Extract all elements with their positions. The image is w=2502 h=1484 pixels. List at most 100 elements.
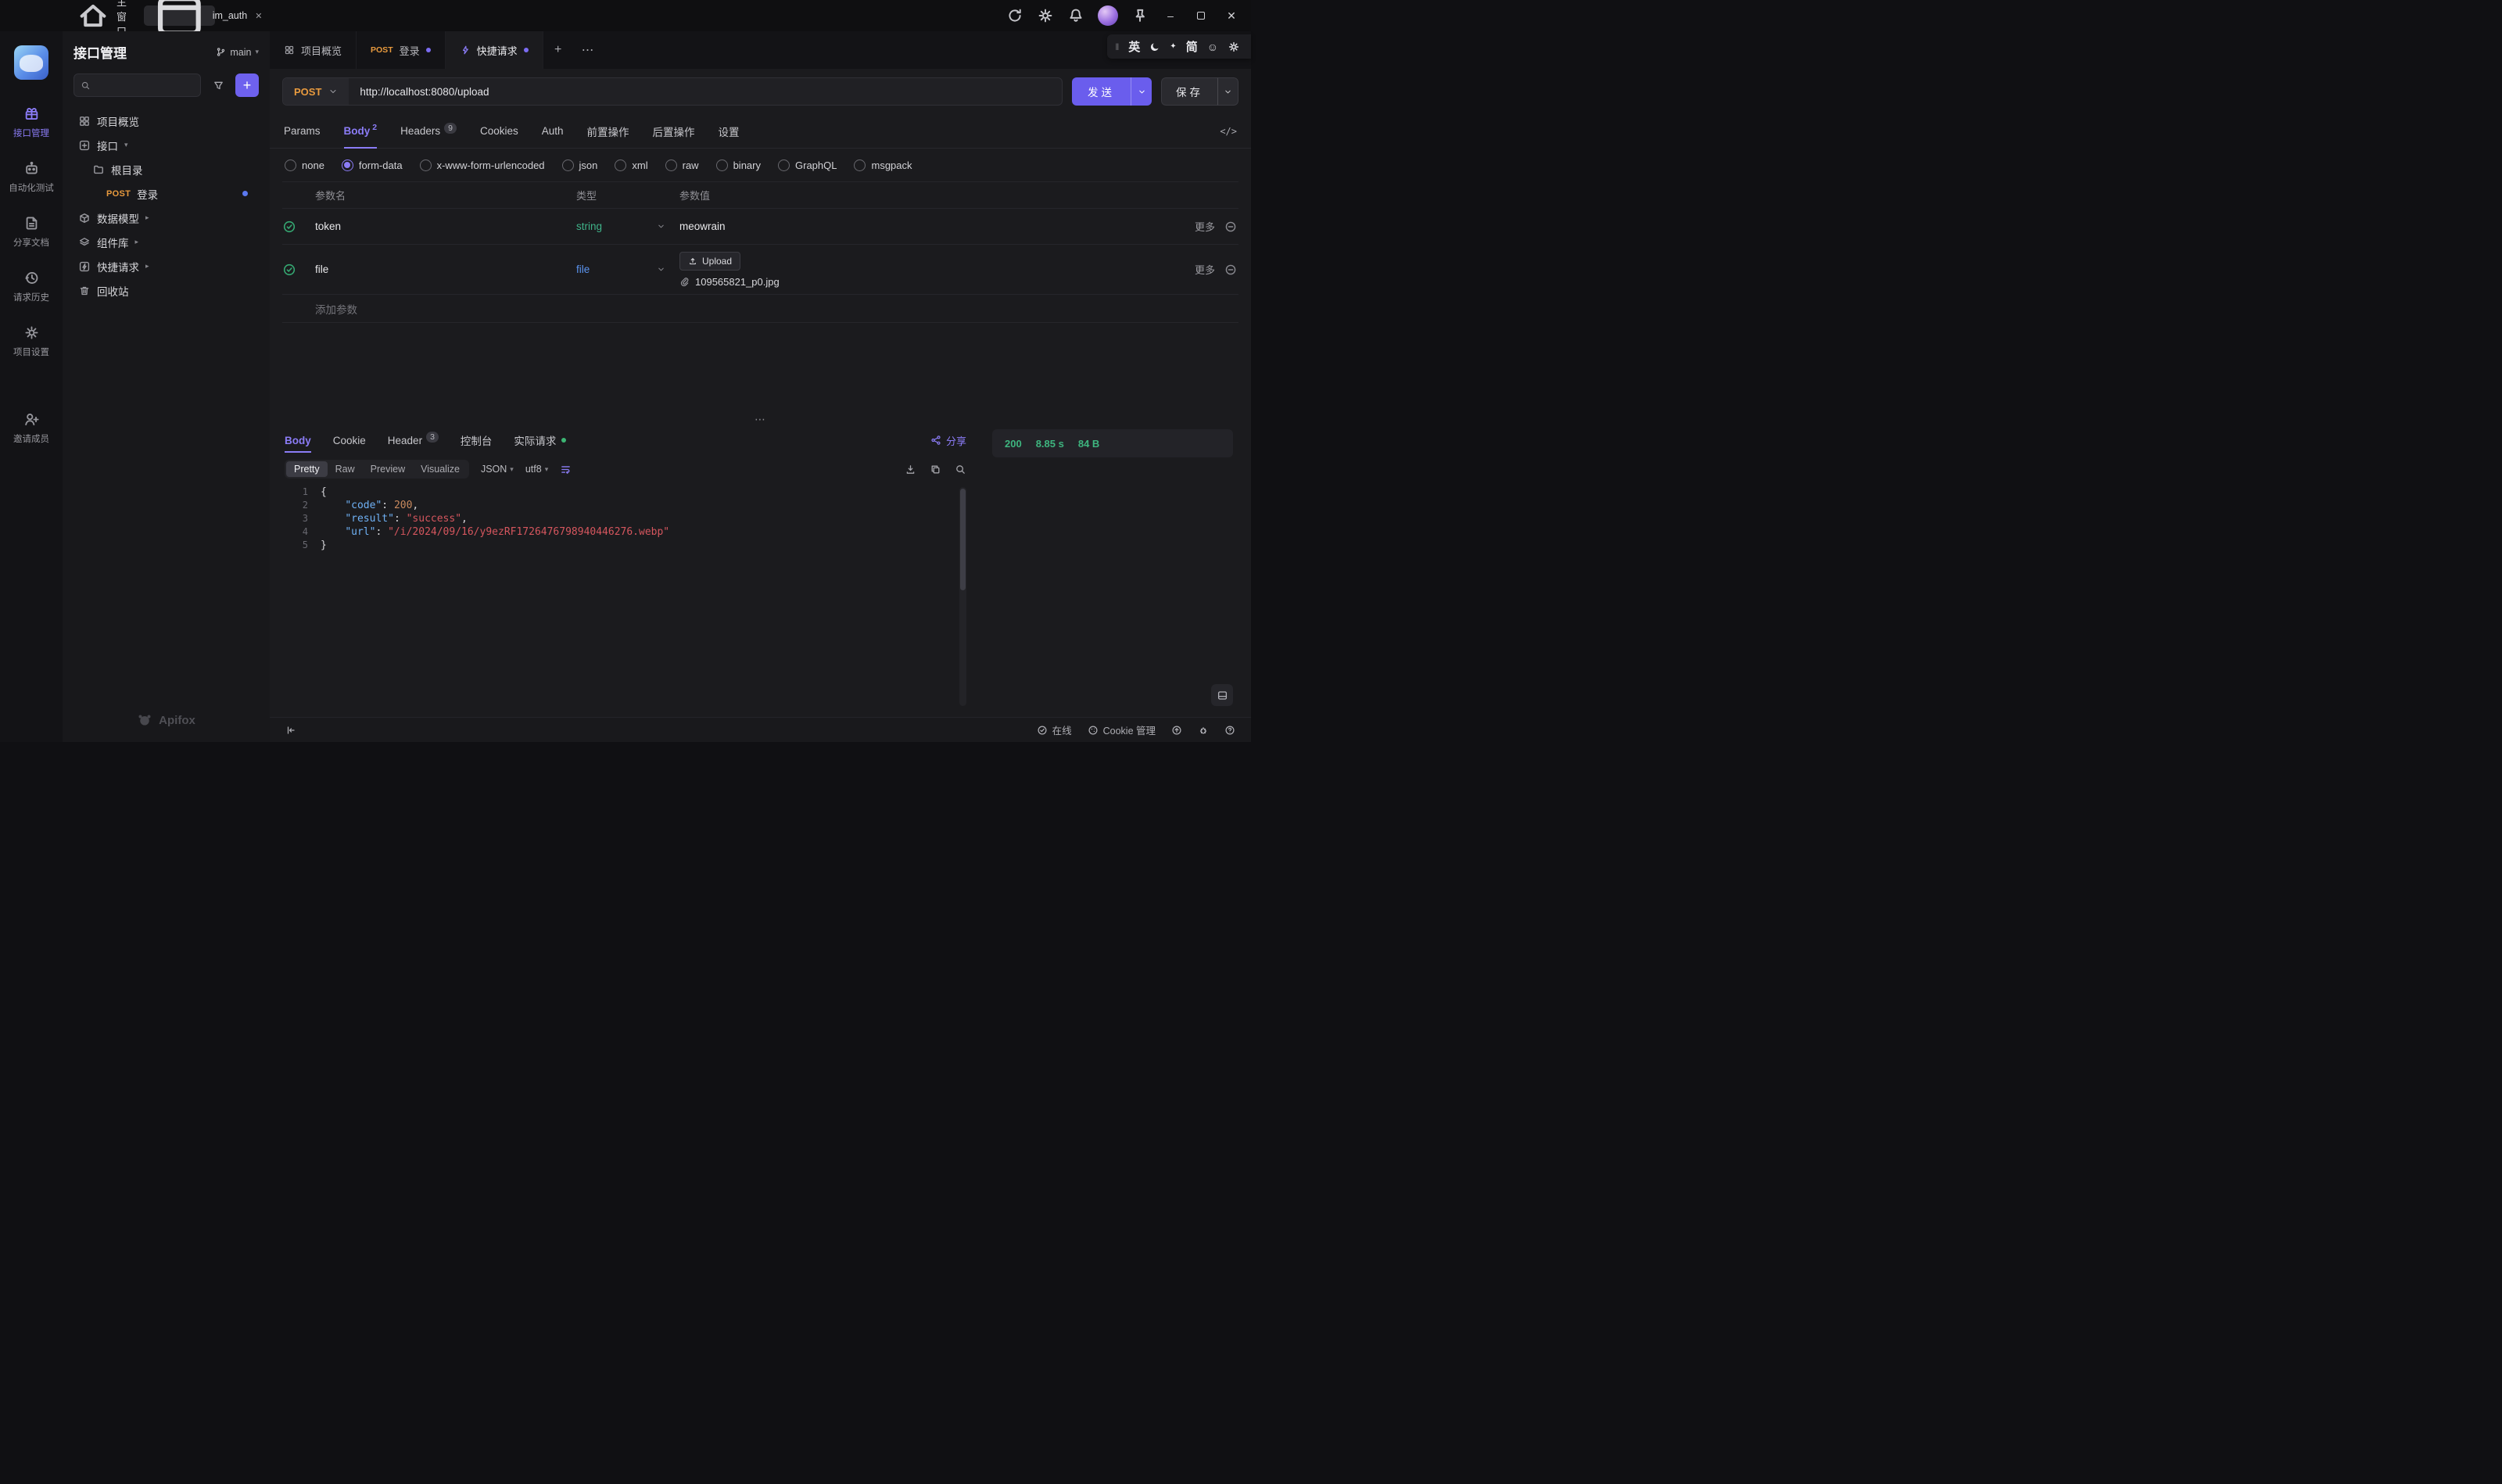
encoding-select[interactable]: utf8▾ bbox=[525, 464, 548, 475]
tree-item-recycle-bin[interactable]: 回收站 bbox=[73, 278, 259, 303]
view-raw[interactable]: Raw bbox=[328, 461, 363, 477]
scrollbar-thumb[interactable] bbox=[960, 489, 966, 590]
scrollbar-track[interactable] bbox=[959, 487, 966, 706]
enabled-check-icon[interactable] bbox=[282, 220, 296, 234]
send-button-label[interactable]: 发送 bbox=[1072, 77, 1131, 106]
tab-pre-operations[interactable]: 前置操作 bbox=[587, 114, 629, 148]
doc-tab-quick-request[interactable]: 快捷请求 bbox=[446, 31, 543, 69]
doc-tab-login[interactable]: POST 登录 bbox=[357, 31, 446, 69]
tree-item-data-models[interactable]: 数据模型 ▸ bbox=[73, 206, 259, 230]
tab-post-operations[interactable]: 后置操作 bbox=[653, 114, 695, 148]
view-preview[interactable]: Preview bbox=[363, 461, 413, 477]
tree-item-login-endpoint[interactable]: POST 登录 bbox=[73, 181, 259, 206]
tree-item-component-library[interactable]: 组件库 ▸ bbox=[73, 230, 259, 254]
upgrade-icon[interactable] bbox=[1171, 725, 1182, 736]
body-type-urlencoded[interactable]: x-www-form-urlencoded bbox=[420, 160, 545, 171]
close-button[interactable]: ✕ bbox=[1223, 7, 1240, 24]
help-icon[interactable] bbox=[1224, 725, 1235, 736]
refresh-button[interactable] bbox=[1006, 7, 1023, 24]
tab-cookies[interactable]: Cookies bbox=[480, 114, 518, 148]
rail-item-automated-testing[interactable]: 自动化测试 bbox=[9, 160, 54, 194]
save-button-label[interactable]: 保存 bbox=[1161, 77, 1217, 106]
body-type-graphql[interactable]: GraphQL bbox=[778, 160, 837, 171]
attached-file[interactable]: 109565821_p0.jpg bbox=[679, 276, 1152, 288]
format-select[interactable]: JSON▾ bbox=[481, 464, 514, 475]
view-pretty[interactable]: Pretty bbox=[286, 461, 328, 477]
search-input[interactable] bbox=[95, 80, 194, 91]
pane-splitter-handle[interactable]: ⋯ bbox=[270, 414, 1251, 425]
window-tab-im-auth[interactable]: im_auth ✕ bbox=[144, 5, 215, 26]
tab-headers[interactable]: Headers9 bbox=[400, 114, 457, 148]
tab-auth[interactable]: Auth bbox=[542, 114, 564, 148]
code-view-icon[interactable]: </> bbox=[1220, 126, 1237, 137]
more-link[interactable]: 更多 bbox=[1195, 219, 1215, 234]
filter-button[interactable] bbox=[207, 74, 229, 96]
url-input[interactable] bbox=[349, 78, 1062, 105]
body-type-msgpack[interactable]: msgpack bbox=[854, 160, 912, 171]
param-name[interactable]: token bbox=[315, 220, 576, 232]
response-tab-body[interactable]: Body bbox=[285, 425, 311, 456]
download-icon[interactable] bbox=[905, 464, 916, 475]
dark-mode-moon-icon[interactable] bbox=[1149, 41, 1160, 52]
more-tabs-button[interactable]: ⋯ bbox=[573, 31, 603, 69]
response-tab-cookie[interactable]: Cookie bbox=[333, 425, 366, 456]
cookie-manager[interactable]: Cookie 管理 bbox=[1088, 722, 1156, 737]
rail-item-share-docs[interactable]: 分享文档 bbox=[13, 215, 49, 249]
body-type-raw[interactable]: raw bbox=[665, 160, 699, 171]
body-type-none[interactable]: none bbox=[285, 160, 324, 171]
send-options-button[interactable] bbox=[1131, 77, 1152, 106]
maximize-button[interactable] bbox=[1192, 7, 1210, 24]
sparkle-icon[interactable]: ✦ bbox=[1170, 42, 1176, 51]
body-type-json[interactable]: json bbox=[562, 160, 598, 171]
param-value[interactable]: meowrain bbox=[679, 220, 1152, 232]
body-type-form-data[interactable]: form-data bbox=[342, 160, 403, 171]
rail-item-project-settings[interactable]: 项目设置 bbox=[13, 324, 49, 358]
tree-item-api-group[interactable]: 接口 ▾ bbox=[73, 133, 259, 157]
copy-icon[interactable] bbox=[930, 464, 941, 475]
tab-body[interactable]: Body2 bbox=[344, 114, 378, 148]
param-type-select[interactable]: string bbox=[576, 220, 679, 232]
tab-params[interactable]: Params bbox=[284, 114, 321, 148]
upload-button[interactable]: Upload bbox=[679, 252, 740, 271]
save-options-button[interactable] bbox=[1217, 77, 1238, 106]
minimize-button[interactable]: – bbox=[1162, 7, 1179, 24]
user-avatar[interactable] bbox=[1098, 5, 1118, 26]
search-box[interactable] bbox=[73, 73, 201, 97]
send-button[interactable]: 发送 bbox=[1072, 77, 1152, 106]
view-visualize[interactable]: Visualize bbox=[413, 461, 468, 477]
new-tab-button[interactable]: + bbox=[543, 31, 573, 69]
tab-settings[interactable]: 设置 bbox=[719, 114, 740, 148]
rail-item-request-history[interactable]: 请求历史 bbox=[13, 270, 49, 303]
add-param-row[interactable]: 添加参数 bbox=[282, 295, 1238, 323]
remove-row-icon[interactable] bbox=[1224, 220, 1237, 233]
collapse-sidebar-icon[interactable] bbox=[285, 725, 296, 736]
param-type-select[interactable]: file bbox=[576, 263, 679, 275]
response-tab-actual-request[interactable]: 实际请求 bbox=[514, 425, 566, 456]
project-avatar[interactable] bbox=[14, 45, 48, 80]
notifications-button[interactable] bbox=[1067, 7, 1084, 24]
param-name[interactable]: file bbox=[315, 263, 576, 275]
ime-language-indicator[interactable]: 英 bbox=[1128, 38, 1140, 55]
settings-button[interactable] bbox=[1037, 7, 1054, 24]
ime-settings-gear-icon[interactable] bbox=[1228, 41, 1240, 53]
toggle-panel-button[interactable] bbox=[1211, 684, 1233, 706]
response-tab-console[interactable]: 控制台 bbox=[461, 425, 493, 456]
window-tab-close-icon[interactable]: ✕ bbox=[255, 11, 262, 21]
emoji-picker-icon[interactable]: ☺ bbox=[1207, 41, 1218, 53]
ime-simplified-indicator[interactable]: 简 bbox=[1186, 38, 1198, 55]
rail-item-invite-members[interactable]: 邀请成员 bbox=[13, 411, 49, 445]
ime-drag-handle-icon[interactable]: ‖ bbox=[1115, 41, 1119, 52]
branch-selector[interactable]: main ▾ bbox=[216, 47, 259, 58]
method-select[interactable]: POST bbox=[283, 78, 349, 105]
add-new-button[interactable]: + bbox=[235, 73, 259, 97]
pin-button[interactable] bbox=[1131, 7, 1149, 24]
remove-row-icon[interactable] bbox=[1224, 263, 1237, 276]
tree-item-quick-request[interactable]: 快捷请求 ▸ bbox=[73, 254, 259, 278]
save-button[interactable]: 保存 bbox=[1161, 77, 1238, 106]
word-wrap-icon[interactable] bbox=[560, 464, 572, 475]
response-tab-header[interactable]: Header3 bbox=[388, 425, 439, 456]
tree-item-project-overview[interactable]: 项目概览 bbox=[73, 109, 259, 133]
more-link[interactable]: 更多 bbox=[1195, 262, 1215, 277]
body-type-binary[interactable]: binary bbox=[716, 160, 761, 171]
body-type-xml[interactable]: xml bbox=[615, 160, 647, 171]
